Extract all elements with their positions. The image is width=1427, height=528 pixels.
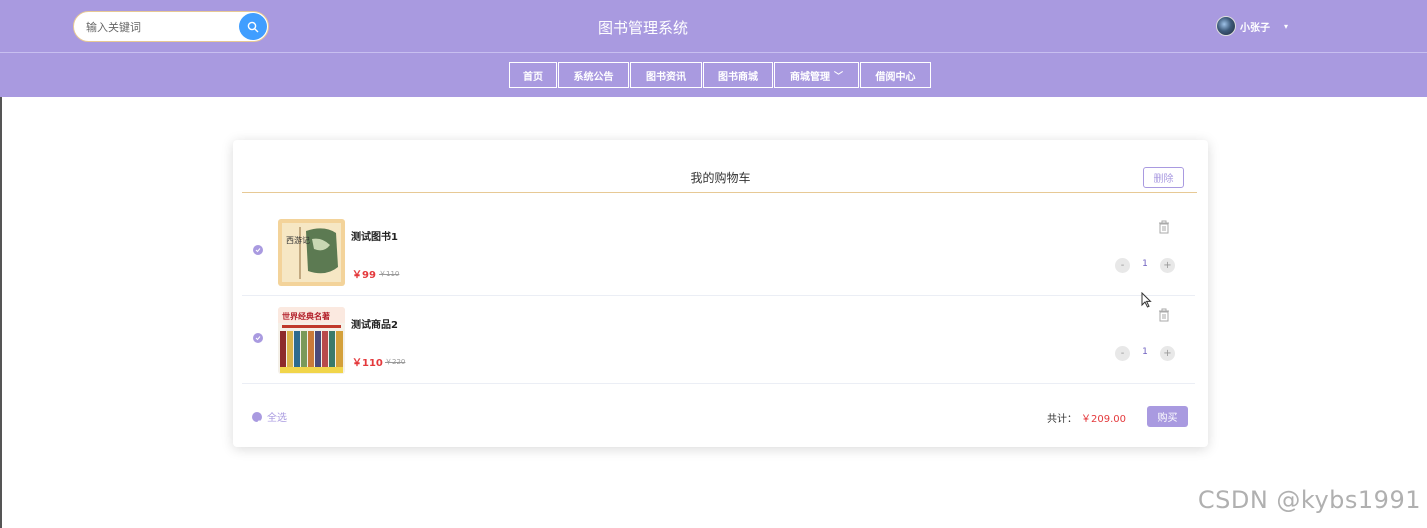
book-cover-xiyouji-icon[interactable]: 西游记 xyxy=(278,219,345,286)
window-edge xyxy=(0,97,2,528)
check-icon xyxy=(254,420,260,425)
quantity-value[interactable]: 1 xyxy=(1136,347,1154,357)
nav-item-announcements[interactable]: 系统公告 xyxy=(558,62,629,88)
nav-item-home[interactable]: 首页 xyxy=(509,62,557,88)
top-header-bar: 图书管理系统 小张子 ▾ xyxy=(0,0,1427,52)
cart-row: 世界经典名著 测试商品2 ￥110 ￥220 - 1 + xyxy=(242,296,1195,384)
buy-button[interactable]: 购买 xyxy=(1147,406,1188,427)
nav-item-book-news[interactable]: 图书资讯 xyxy=(630,62,702,88)
chevron-down-icon: ﹀ xyxy=(833,71,843,82)
title-divider xyxy=(242,192,1197,193)
nav-item-mall-management[interactable]: 商城管理 ﹀ xyxy=(774,62,859,88)
avatar xyxy=(1216,16,1236,36)
quantity-value[interactable]: 1 xyxy=(1136,259,1154,269)
cover-title-text: 西游记 xyxy=(286,235,310,245)
select-all-checkbox[interactable] xyxy=(252,412,262,425)
user-name: 小张子 xyxy=(1240,22,1270,34)
nav-item-label: 系统公告 xyxy=(573,71,614,83)
nav-item-label: 图书商城 xyxy=(718,71,758,83)
item-price: ￥99 xyxy=(352,270,376,281)
nav-bar: 首页 系统公告 图书资讯 图书商城 商城管理 ﹀ 借阅中心 xyxy=(0,53,1427,97)
nav-item-borrowing-center[interactable]: 借阅中心 xyxy=(860,62,931,88)
delete-button[interactable]: 删除 xyxy=(1143,167,1184,188)
item-name: 测试商品2 xyxy=(351,320,398,331)
item-price: ￥110 xyxy=(352,358,383,369)
user-menu[interactable]: 小张子 ▾ xyxy=(1216,16,1288,36)
cart-card: 我的购物车 删除 西游记 测试图书1 ￥99 ￥110 - 1 + 世界经典名著… xyxy=(233,140,1208,447)
nav-item-label: 首页 xyxy=(523,71,543,83)
row-checkbox[interactable] xyxy=(253,333,263,343)
trash-icon[interactable] xyxy=(1156,307,1172,323)
item-original-price: ￥220 xyxy=(385,358,406,366)
cover-title-text: 世界经典名著 xyxy=(282,311,330,321)
watermark: CSDN @kybs1991 xyxy=(1197,486,1421,514)
cart-row: 西游记 测试图书1 ￥99 ￥110 - 1 + xyxy=(242,208,1195,296)
site-title: 图书管理系统 xyxy=(597,19,688,37)
check-icon xyxy=(255,336,261,341)
item-original-price: ￥110 xyxy=(379,270,400,278)
item-name: 测试图书1 xyxy=(351,232,398,243)
cart-title: 我的购物车 xyxy=(690,171,751,185)
total-label: 共计： xyxy=(1047,414,1077,425)
mouse-cursor-icon xyxy=(1141,291,1153,312)
book-cover-classics-set-icon[interactable]: 世界经典名著 xyxy=(278,307,345,374)
increase-quantity-button[interactable]: + xyxy=(1160,258,1175,273)
increase-quantity-button[interactable]: + xyxy=(1160,346,1175,361)
check-icon xyxy=(255,248,261,253)
decrease-quantity-button[interactable]: - xyxy=(1115,258,1130,273)
nav-item-book-mall[interactable]: 图书商城 xyxy=(703,62,773,88)
caret-down-icon: ▾ xyxy=(1284,21,1289,31)
nav-item-label: 借阅中心 xyxy=(875,71,916,83)
select-all-label[interactable]: 全选 xyxy=(267,409,287,424)
row-checkbox[interactable] xyxy=(253,245,263,255)
nav-item-label: 图书资讯 xyxy=(646,71,686,83)
total-value: ￥209.00 xyxy=(1081,414,1126,425)
decrease-quantity-button[interactable]: - xyxy=(1115,346,1130,361)
main-nav: 首页 系统公告 图书资讯 图书商城 商城管理 ﹀ 借阅中心 xyxy=(509,62,932,88)
trash-icon[interactable] xyxy=(1156,219,1172,235)
nav-item-label: 商城管理 xyxy=(789,71,830,83)
